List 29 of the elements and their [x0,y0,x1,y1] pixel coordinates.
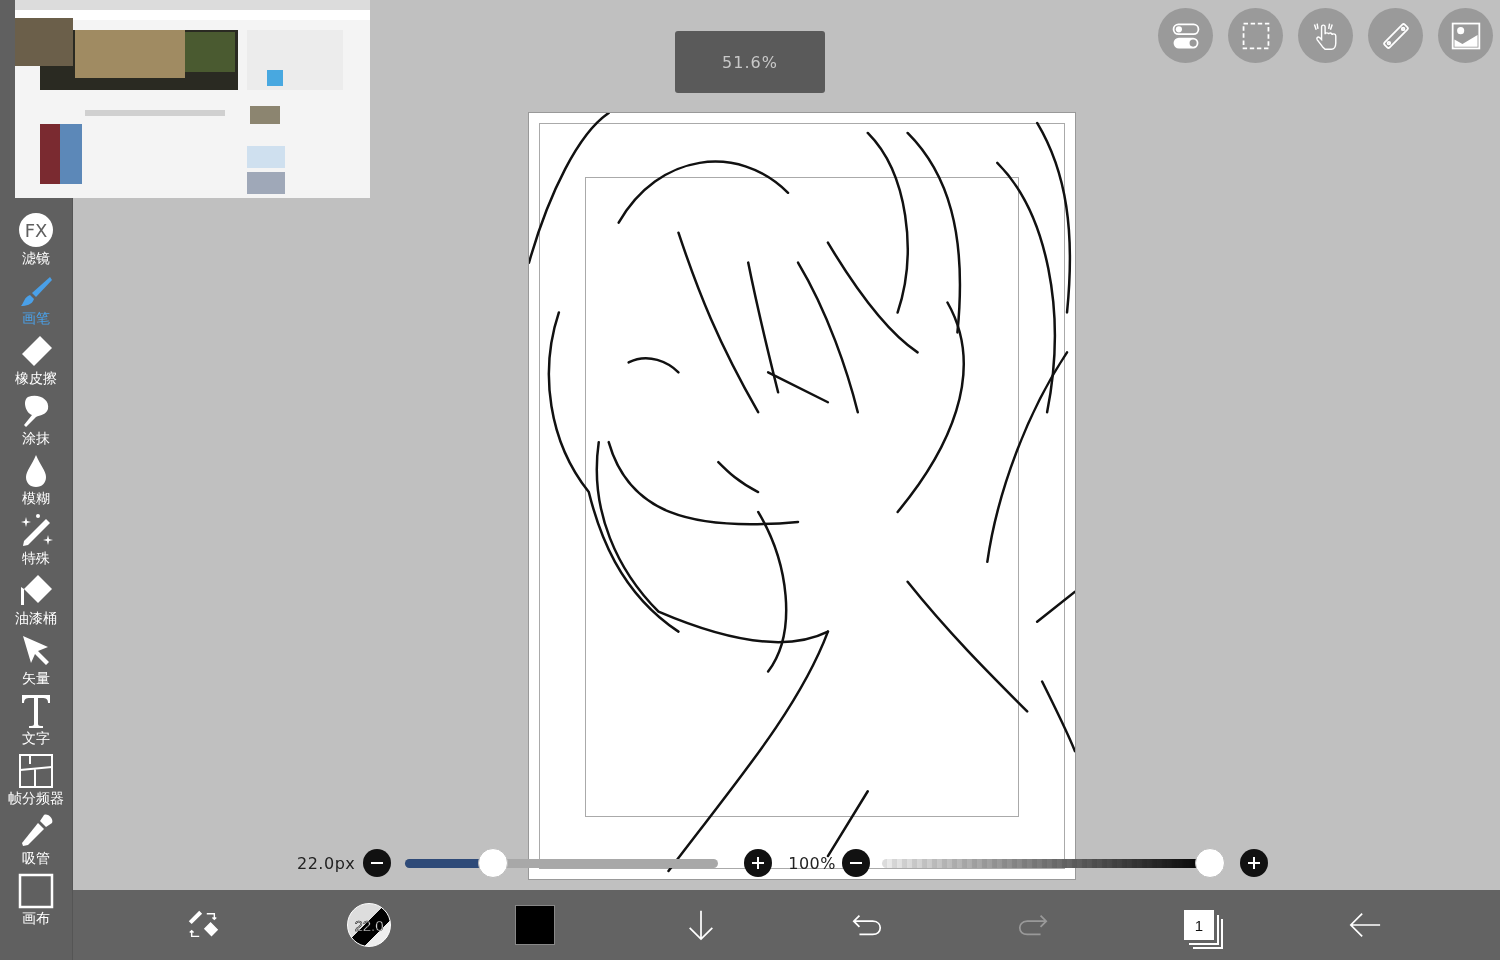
slider-thumb[interactable] [1195,848,1225,878]
increase-button[interactable] [1240,849,1268,877]
tool-button[interactable]: 矢量 [0,633,73,693]
tool-button[interactable]: 画布 [0,873,73,933]
decrease-button[interactable] [363,849,392,877]
canvas-icon [18,873,54,909]
tool-button[interactable]: 吸管 [0,813,73,873]
tool-toggle-button[interactable] [1438,8,1493,63]
tool-toggle-button[interactable] [1228,8,1283,63]
opacity-value: 100% [788,853,836,873]
brush-size-value: 22.0px [297,853,356,873]
tool-button[interactable]: 橡皮擦 [0,333,73,393]
frame-divider-icon [18,753,54,789]
tool-toggle-button[interactable] [1298,8,1353,63]
slider-thumb[interactable] [477,848,508,878]
filter-icon: FX [19,213,53,247]
tool-button[interactable]: FX 滤镜 [0,213,73,273]
tool-button[interactable]: 油漆桶 [0,573,73,633]
color-swatch[interactable] [515,905,555,945]
tool-button[interactable]: 帧分频器 [0,753,73,813]
zoom-indicator: 51.6% [675,31,825,93]
tool-button[interactable]: 模糊 [0,453,73,513]
tool-button[interactable]: 文字 [0,693,73,753]
tool-toggle-button[interactable] [1368,8,1423,63]
minus-icon [850,862,862,864]
tool-toggle-button[interactable] [1158,8,1213,63]
tool-button[interactable]: 特殊 [0,513,73,573]
minus-icon [371,862,384,864]
tool-button[interactable]: 涂抹 [0,393,73,453]
